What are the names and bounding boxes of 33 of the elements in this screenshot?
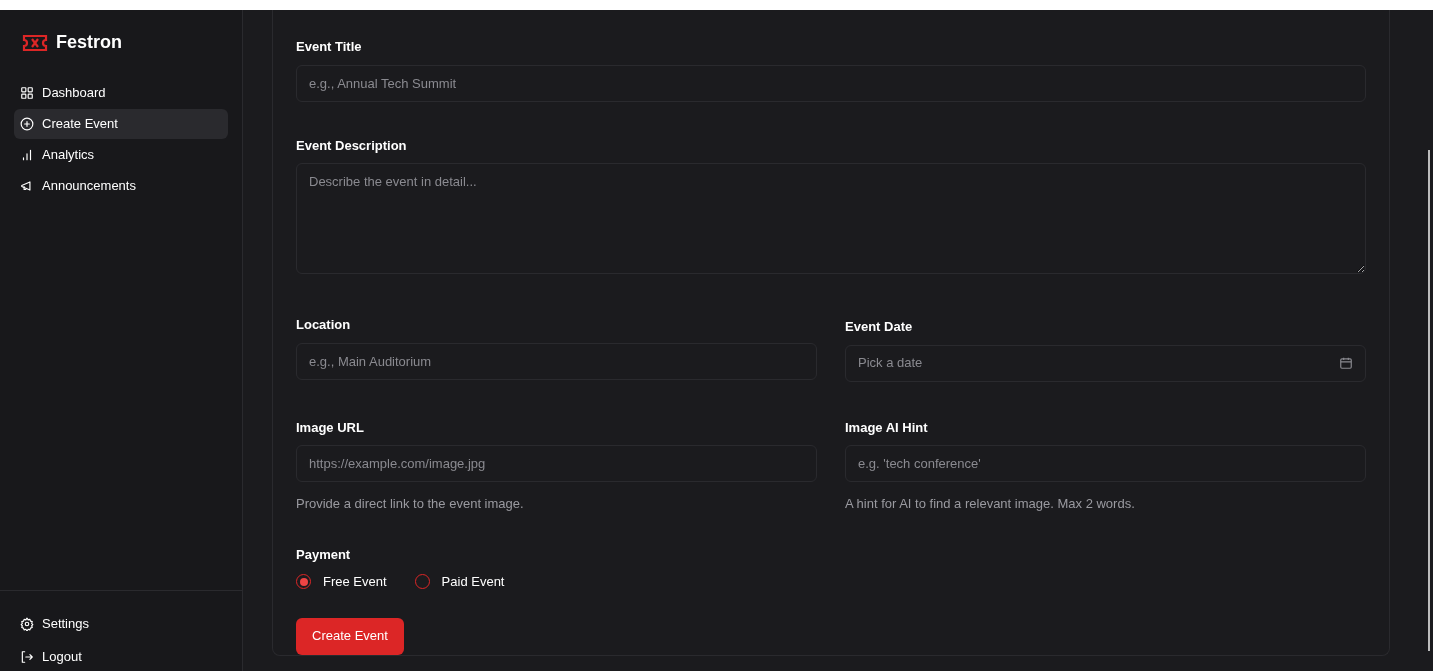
- nav-item[interactable]: Logout: [14, 642, 228, 671]
- radio-label: Paid Event: [441, 573, 505, 591]
- field-label: Event Description: [296, 136, 408, 155]
- field-label: Payment: [296, 545, 352, 564]
- field-label: Image URL: [296, 418, 365, 437]
- create-event-button[interactable]: Create Event: [296, 617, 404, 655]
- nav-item[interactable]: Settings: [14, 609, 228, 638]
- radio-label: Free Event: [323, 573, 387, 591]
- help-text: A hint for AI to find a relevant image. Max 2 words.: [845, 495, 1136, 513]
- text-input[interactable]: e.g., Main Auditorium: [296, 342, 817, 380]
- plus-circle-icon: [20, 117, 34, 131]
- text-input[interactable]: https://example.com/image.jpg: [296, 445, 817, 482]
- text-input[interactable]: e.g. 'tech conference': [845, 445, 1366, 482]
- nav-item[interactable]: Analytics: [14, 140, 228, 170]
- nav-item[interactable]: Dashboard: [14, 78, 228, 108]
- settings-icon: [20, 616, 34, 631]
- logout-icon: [20, 649, 34, 664]
- megaphone-icon: [20, 179, 34, 193]
- date-picker[interactable]: Pick a date: [845, 344, 1366, 382]
- description-textarea[interactable]: Describe the event in detail...: [296, 163, 1366, 274]
- ticket-logo-icon: [22, 33, 48, 52]
- field-label: Event Title: [296, 38, 363, 56]
- calendar-icon: [1339, 356, 1353, 370]
- field-label: Image AI Hint: [845, 418, 929, 437]
- grid-icon: [20, 86, 34, 100]
- nav-item[interactable]: Announcements: [14, 171, 228, 201]
- text-input[interactable]: e.g., Annual Tech Summit: [296, 64, 1366, 102]
- field-label: Location: [296, 316, 352, 334]
- brand-name: Festron: [56, 31, 122, 54]
- nav-item[interactable]: Create Event: [14, 109, 228, 139]
- bar-chart-icon: [20, 148, 34, 162]
- help-text: Provide a direct link to the event image.: [296, 495, 525, 513]
- field-label: Event Date: [845, 318, 914, 336]
